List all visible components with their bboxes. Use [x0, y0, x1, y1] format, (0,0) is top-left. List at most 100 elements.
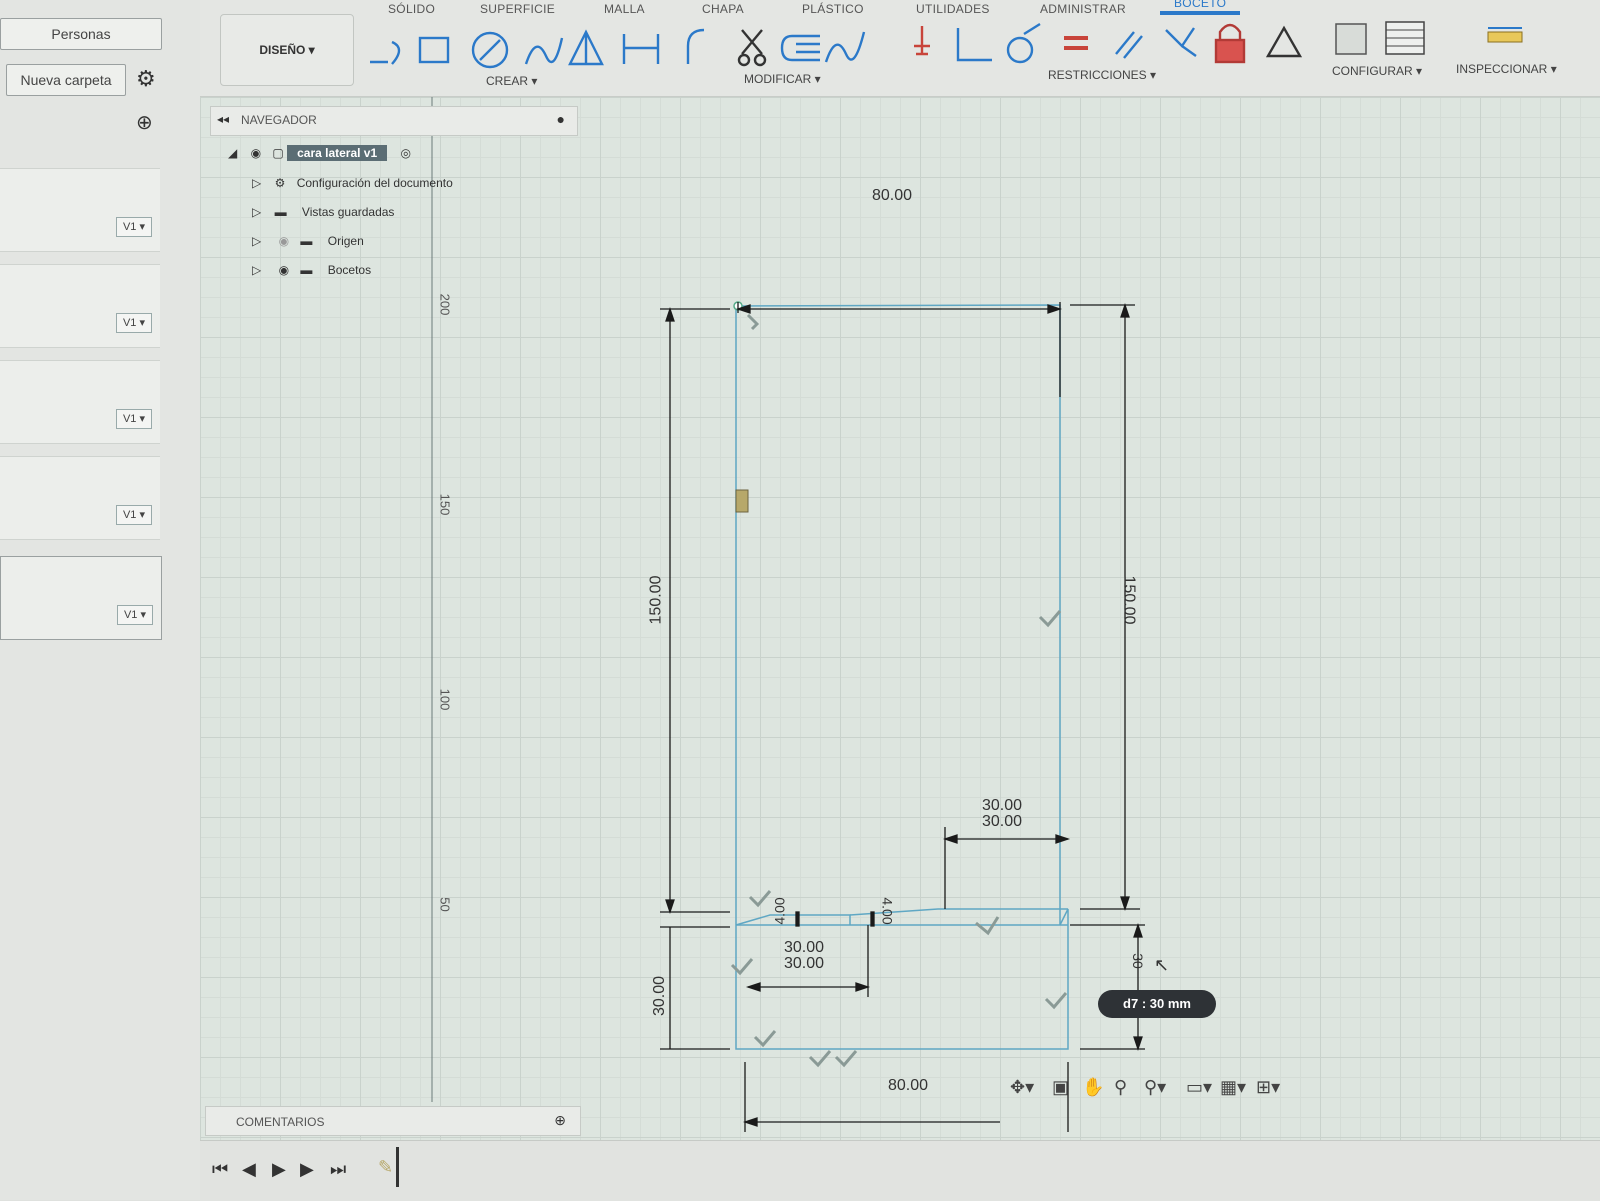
sketch-profile [735, 304, 1069, 1050]
file-card-selected[interactable]: V1 ▾ [0, 556, 162, 640]
configure-menu[interactable]: CONFIGURAR ▾ [1332, 64, 1422, 78]
visibility-icon[interactable]: ◉ [279, 263, 289, 277]
expand-icon[interactable]: ▷ [252, 205, 261, 219]
version-dropdown[interactable]: V1 ▾ [116, 217, 152, 237]
dimension-right-height[interactable]: 150.00 [1119, 576, 1137, 625]
timeline-marker[interactable] [396, 1147, 399, 1187]
fit-icon[interactable]: ⚲▾ [1144, 1077, 1166, 1098]
version-dropdown[interactable]: V1 ▾ [116, 505, 152, 525]
browser-item-label: Configuración del documento [296, 176, 453, 190]
modify-menu[interactable]: MODIFICAR ▾ [744, 72, 821, 86]
file-card[interactable]: V1 ▾ [0, 360, 160, 444]
pan-icon[interactable]: ✋ [1082, 1077, 1104, 1098]
data-panel: Personas Nueva carpeta ⚙ ⊕ V1 ▾ V1 ▾ V1 … [0, 0, 200, 1200]
step-forward-icon[interactable]: ▶ [300, 1159, 314, 1180]
tab-sheet-metal[interactable]: CHAPA [702, 2, 744, 16]
fix-icon [914, 26, 930, 56]
display-icon[interactable]: ▭▾ [1186, 1077, 1212, 1098]
zoom-icon[interactable]: ⚲ [1114, 1077, 1127, 1098]
sketch-svg [431, 97, 1145, 1132]
folder-icon: ▬ [300, 263, 313, 277]
browser-pin-icon[interactable]: ● [557, 111, 565, 127]
file-card[interactable]: V1 ▾ [0, 264, 160, 348]
spline-icon [524, 37, 564, 65]
dimension-bottom-width[interactable]: 80.00 [888, 1077, 928, 1095]
browser-root[interactable]: ◢ ◉ ▢ cara lateral v1 ◎ [228, 145, 411, 161]
dimension-lower-small-width-dup[interactable]: 30.00 [784, 955, 824, 973]
tab-sketch[interactable]: BOCETO [1160, 0, 1241, 15]
version-dropdown[interactable]: V1 ▾ [116, 313, 152, 333]
sketch-feature-icon[interactable]: ✎ [378, 1157, 393, 1178]
visibility-icon[interactable]: ◉ [251, 146, 261, 160]
workspace-dropdown[interactable]: DISEÑO ▾ [220, 14, 354, 86]
ruler-tick: 200 [437, 293, 453, 316]
look-at-icon[interactable]: ▣ [1052, 1077, 1069, 1098]
people-button[interactable]: Personas [0, 18, 162, 50]
tab-mesh[interactable]: MALLA [604, 2, 645, 16]
bisect-icon [1165, 27, 1197, 57]
tab-solid[interactable]: SÓLIDO [388, 2, 435, 16]
dimension-bottom-height[interactable]: 30.00 [651, 976, 669, 1016]
offset-icon [780, 34, 820, 62]
file-card[interactable]: V1 ▾ [0, 168, 160, 252]
browser-item[interactable]: ▷ ◉ ▬ Origen [252, 234, 364, 248]
collapse-triangle-icon[interactable]: ◢ [228, 146, 237, 160]
tab-utilities[interactable]: UTILIDADES [916, 2, 990, 16]
new-folder-button[interactable]: Nueva carpeta [6, 64, 126, 96]
create-menu[interactable]: CREAR ▾ [486, 74, 537, 88]
orbit-icon[interactable]: ✥▾ [1010, 1077, 1034, 1098]
sketch-canvas[interactable]: 200 150 100 50 80.00 150.00 150.00 30.00… [200, 97, 1600, 1140]
visibility-icon[interactable]: ◉ [279, 234, 289, 248]
constraints-menu[interactable]: RESTRICCIONES ▾ [1048, 68, 1156, 82]
activate-icon[interactable]: ◎ [401, 146, 411, 160]
go-to-start-icon[interactable]: ⏮ [212, 1159, 228, 1180]
timeline: ⏮ ◀ ▶ ▶ ⏭ ✎ [200, 1140, 1600, 1201]
equal-icon [1064, 36, 1088, 50]
tab-manage[interactable]: ADMINISTRAR [1040, 2, 1126, 16]
symmetry-icon [1265, 25, 1303, 58]
modify-tools [686, 28, 866, 67]
tab-surface[interactable]: SUPERFICIE [480, 2, 555, 16]
version-dropdown[interactable]: V1 ▾ [117, 605, 153, 625]
collapse-icon[interactable]: ◂◂ [217, 112, 229, 126]
viewports-icon[interactable]: ⊞▾ [1256, 1077, 1280, 1098]
toolbar: SÓLIDO SUPERFICIE MALLA CHAPA PLÁSTICO U… [200, 0, 1600, 97]
version-dropdown[interactable]: V1 ▾ [116, 409, 152, 429]
expand-icon[interactable]: ▷ [252, 234, 261, 248]
play-icon[interactable]: ▶ [272, 1159, 286, 1180]
browser-panel: ◂◂ NAVEGADOR ● [210, 106, 578, 136]
settings-icon[interactable]: ⚙ [136, 66, 156, 92]
file-card[interactable]: V1 ▾ [0, 456, 160, 540]
browser-item-label: Bocetos [327, 263, 372, 277]
dimension-gap-left[interactable]: 4.00 [772, 897, 788, 924]
parameters-icon [1335, 23, 1367, 55]
create-tools [370, 29, 660, 69]
inspect-menu[interactable]: INSPECCIONAR ▾ [1456, 62, 1557, 76]
grid-icon[interactable]: ▦▾ [1220, 1077, 1246, 1098]
add-comment-icon[interactable]: ⊕ [554, 1112, 566, 1129]
globe-icon[interactable]: ⊕ [136, 110, 153, 135]
expand-icon[interactable]: ▷ [252, 263, 261, 277]
go-to-end-icon[interactable]: ⏭ [330, 1159, 346, 1180]
dimension-upper-small-width-dup[interactable]: 30.00 [982, 813, 1022, 831]
dimension-icon [622, 34, 660, 64]
ruler-tick: 100 [437, 688, 453, 711]
expand-icon[interactable]: ▷ [252, 176, 261, 190]
dimension-right-small[interactable]: 30 [1130, 953, 1146, 969]
perpendicular-icon [956, 28, 992, 62]
cursor-icon: ↖ [1154, 955, 1170, 975]
browser-item[interactable]: ▷ ▬ Vistas guardadas [252, 205, 394, 219]
dimension-lines [660, 302, 1145, 1132]
settings-icon: ⚙ [274, 176, 286, 190]
tab-plastic[interactable]: PLÁSTICO [802, 2, 864, 16]
browser-item[interactable]: ▷ ◉ ▬ Bocetos [252, 263, 371, 277]
dimension-top-width[interactable]: 80.00 [872, 187, 912, 205]
comments-panel[interactable]: COMENTARIOS ⊕ [205, 1106, 581, 1136]
parallel-icon [1115, 31, 1143, 59]
dimension-gap-right[interactable]: 4.00 [880, 897, 896, 924]
step-back-icon[interactable]: ◀ [242, 1159, 256, 1180]
constraint-tools [914, 22, 1303, 64]
root-label[interactable]: cara lateral v1 [287, 145, 388, 161]
browser-item[interactable]: ▷ ⚙ Configuración del documento [252, 176, 453, 190]
dimension-left-height[interactable]: 150.00 [647, 576, 665, 625]
